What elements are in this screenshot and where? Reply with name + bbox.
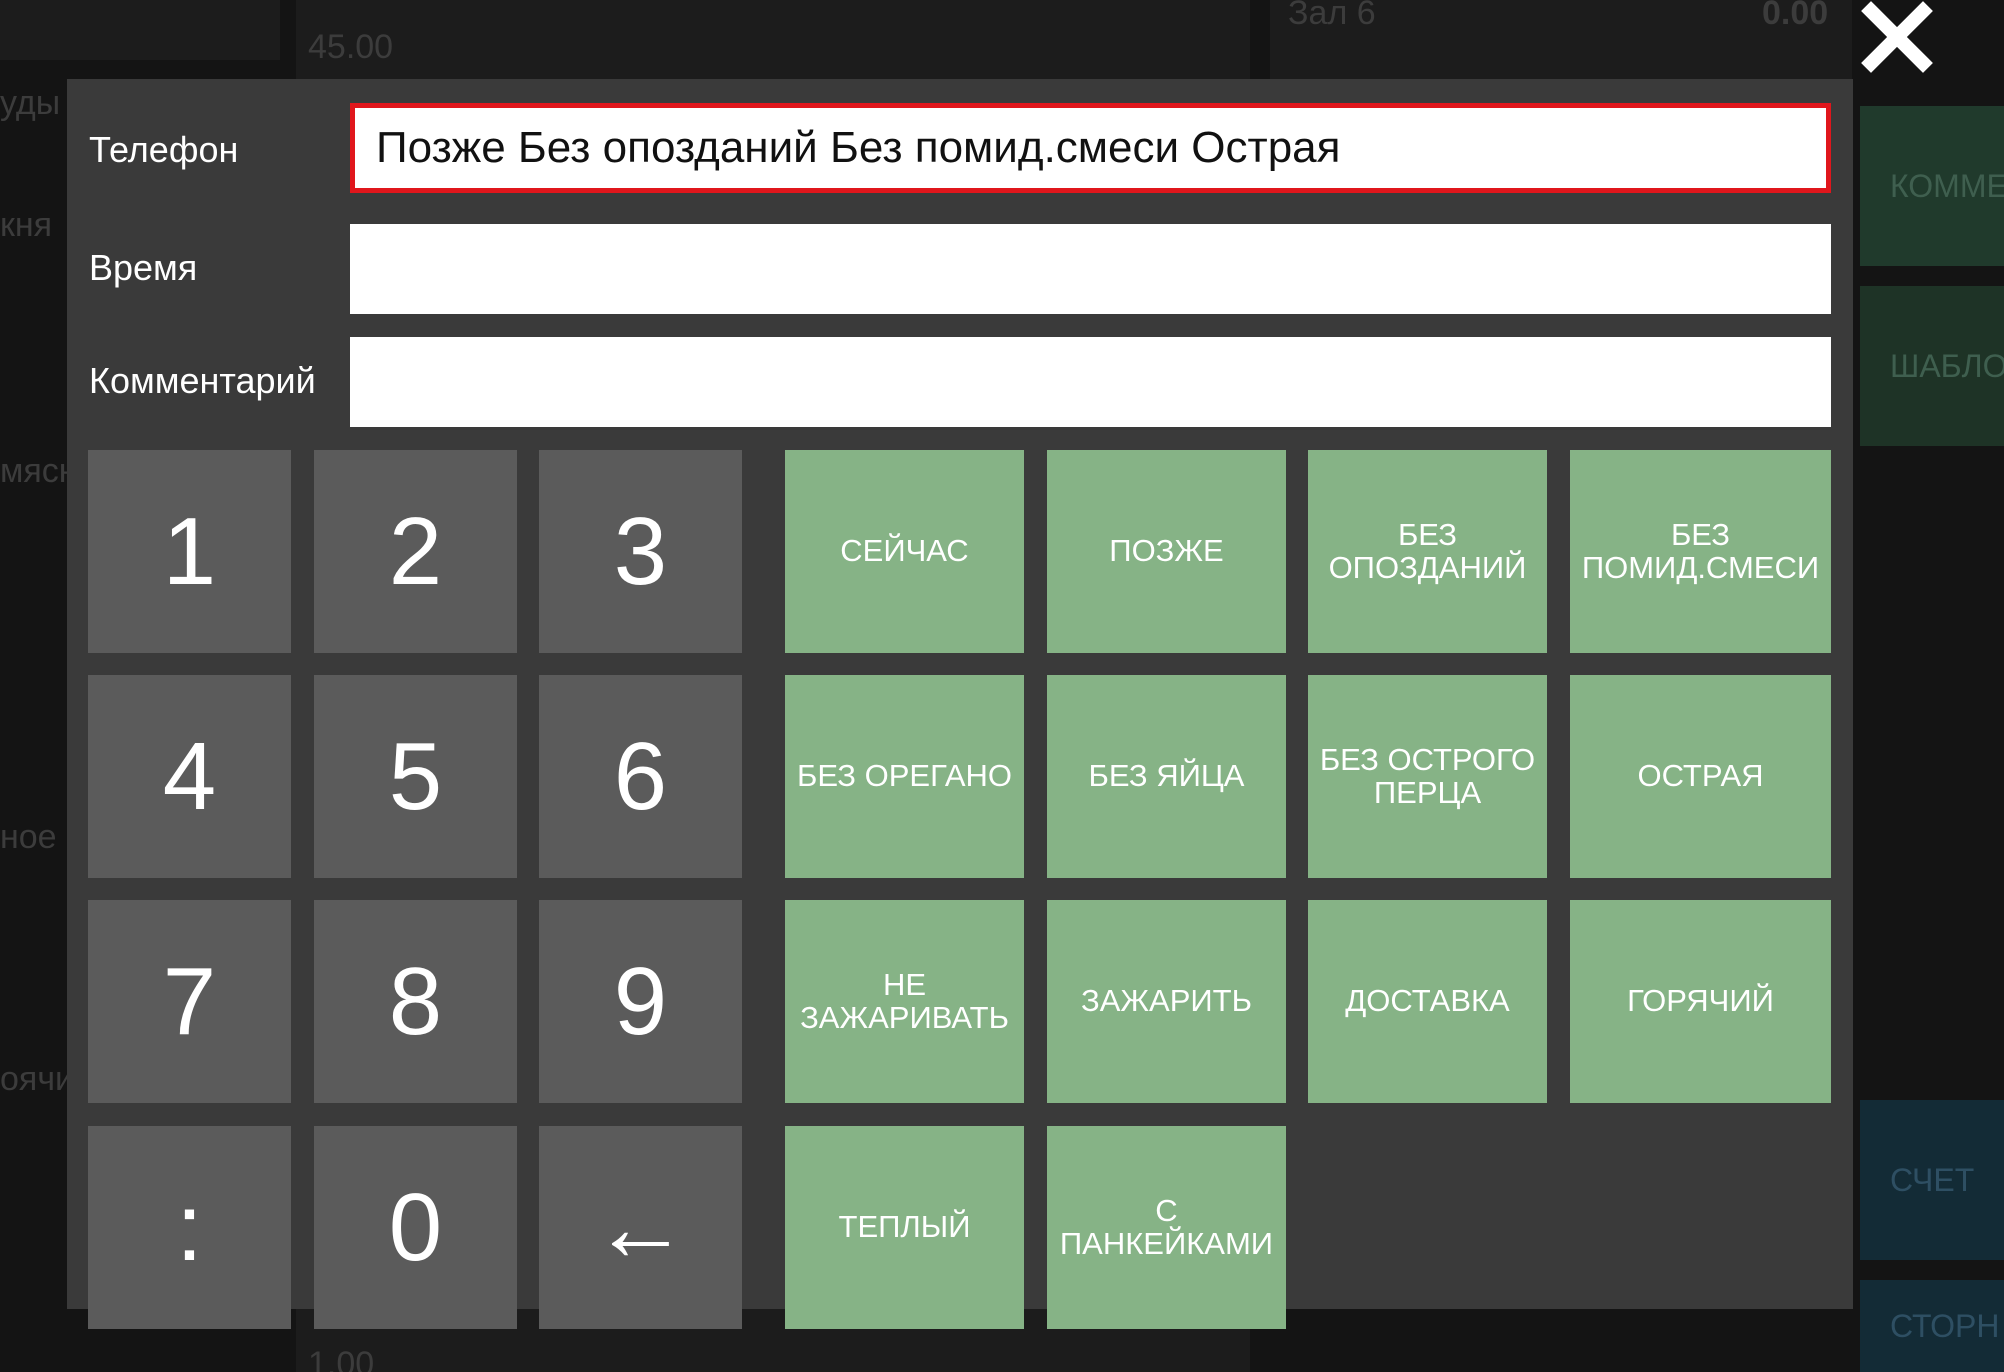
bg-left-fragment: ное [0, 818, 57, 856]
bg-order-panel: 45.00 [296, 0, 1250, 79]
key-4[interactable]: 4 [88, 675, 291, 878]
key-8[interactable]: 8 [314, 900, 517, 1103]
quick-no-hot-pepper-button[interactable]: БЕЗ ОСТРОГО ПЕРЦА [1308, 675, 1547, 878]
quick-later-button[interactable]: ПОЗЖЕ [1047, 450, 1286, 653]
quick-warm-button[interactable]: ТЕПЛЫЙ [785, 1126, 1024, 1329]
quick-no-delays-button[interactable]: БЕЗ ОПОЗДАНИЙ [1308, 450, 1547, 653]
bg-price-bottom: 1.00 [308, 1345, 375, 1372]
bg-hall-label: Зал 6 [1288, 0, 1376, 32]
phone-input[interactable] [350, 103, 1831, 193]
close-button[interactable] [1852, 0, 1942, 74]
phone-label: Телефон [89, 129, 239, 170]
bg-hall-sum: 0.00 [1762, 0, 1829, 32]
quick-no-oregano-button[interactable]: БЕЗ ОРЕГАНО [785, 675, 1024, 878]
bg-right-button: СЧЕТ [1860, 1100, 2004, 1260]
quick-delivery-button[interactable]: ДОСТАВКА [1308, 900, 1547, 1103]
bg-hall-panel: Зал 6 0.00 [1270, 0, 1852, 79]
quick-now-button[interactable]: СЕЙЧАС [785, 450, 1024, 653]
bg-right-button: СТОРН [1860, 1280, 2004, 1372]
quick-no-fry-button[interactable]: НЕ ЗАЖАРИВАТЬ [785, 900, 1024, 1103]
key-3[interactable]: 3 [539, 450, 742, 653]
bg-right-button: КОММЕ [1860, 106, 2004, 266]
key-6[interactable]: 6 [539, 675, 742, 878]
time-label: Время [89, 247, 198, 288]
key-7[interactable]: 7 [88, 900, 291, 1103]
comment-dialog: Телефон Время Комментарий 1 2 3 4 5 6 7 … [67, 79, 1853, 1329]
bg-left-fragment: уды [0, 84, 61, 122]
comment-input[interactable] [350, 337, 1831, 427]
time-input[interactable] [350, 224, 1831, 314]
key-2[interactable]: 2 [314, 450, 517, 653]
quick-hot-button[interactable]: ГОРЯЧИЙ [1570, 900, 1831, 1103]
bg-cell [0, 0, 280, 60]
close-icon [1861, 1, 1933, 73]
quick-with-pancakes-button[interactable]: С ПАНКЕЙКАМИ [1047, 1126, 1286, 1329]
quick-no-tomato-mix-button[interactable]: БЕЗ ПОМИД.СМЕСИ [1570, 450, 1831, 653]
bg-left-fragment: оячи [0, 1060, 75, 1098]
backspace-key[interactable]: ← [539, 1126, 742, 1329]
key-5[interactable]: 5 [314, 675, 517, 878]
key-colon[interactable]: : [88, 1126, 291, 1329]
bg-left-fragment: кня [0, 206, 53, 244]
bg-price-top: 45.00 [308, 28, 394, 66]
quick-spicy-button[interactable]: ОСТРАЯ [1570, 675, 1831, 878]
key-1[interactable]: 1 [88, 450, 291, 653]
comment-label: Комментарий [89, 360, 316, 401]
bg-right-button: ШАБЛО [1860, 286, 2004, 446]
key-9[interactable]: 9 [539, 900, 742, 1103]
bg-left-fragment: мясн [0, 452, 78, 490]
key-0[interactable]: 0 [314, 1126, 517, 1329]
quick-fry-button[interactable]: ЗАЖАРИТЬ [1047, 900, 1286, 1103]
backspace-arrow-icon: ← [592, 1173, 689, 1281]
quick-no-egg-button[interactable]: БЕЗ ЯЙЦА [1047, 675, 1286, 878]
